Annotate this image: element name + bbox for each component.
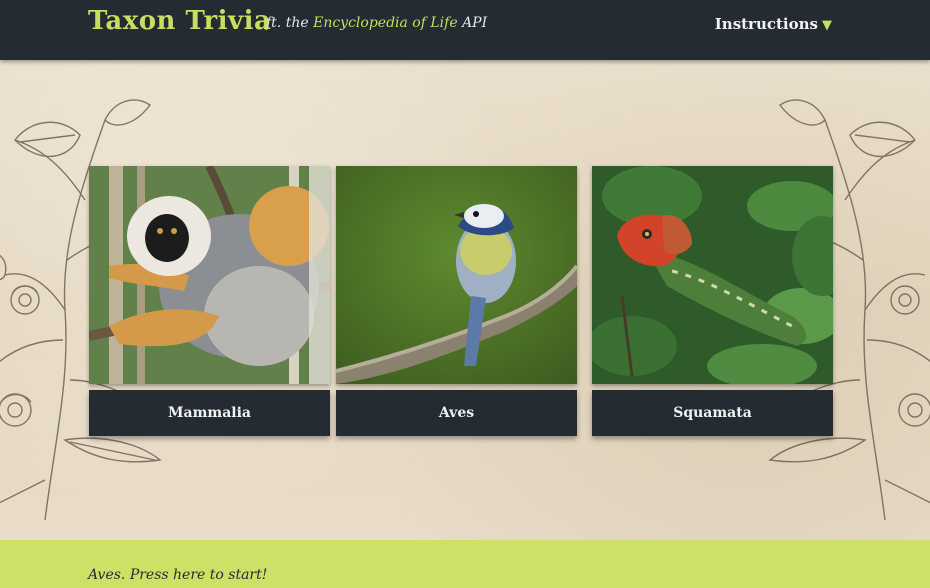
tagline-suffix: API [457, 15, 488, 31]
taxon-card-mammalia[interactable]: Mammalia [89, 166, 330, 436]
bird-photo [336, 166, 577, 384]
start-prompt-text: Aves. Press here to start! [88, 567, 268, 583]
app-tagline: ft. the Encyclopedia of Life API [266, 15, 487, 31]
tagline-source: Encyclopedia of Life [313, 15, 458, 31]
caret-down-icon: ▼ [822, 18, 832, 33]
taxon-label: Mammalia [89, 390, 330, 436]
start-prompt-bar[interactable]: Aves. Press here to start! [0, 540, 930, 588]
instructions-dropdown[interactable]: Instructions ▼ [715, 15, 832, 33]
header-bar: Taxon Trivia ft. the Encyclopedia of Lif… [0, 0, 930, 60]
app-title[interactable]: Taxon Trivia [88, 6, 271, 36]
lemur-photo [89, 166, 330, 384]
instructions-label: Instructions [714, 15, 818, 33]
taxon-label: Aves [336, 390, 577, 436]
taxon-card-aves[interactable]: Aves [336, 166, 577, 436]
tagline-prefix: ft. the [266, 15, 314, 31]
taxon-card-squamata[interactable]: Squamata [592, 166, 833, 436]
taxon-label: Squamata [592, 390, 833, 436]
lizard-photo [592, 166, 833, 384]
